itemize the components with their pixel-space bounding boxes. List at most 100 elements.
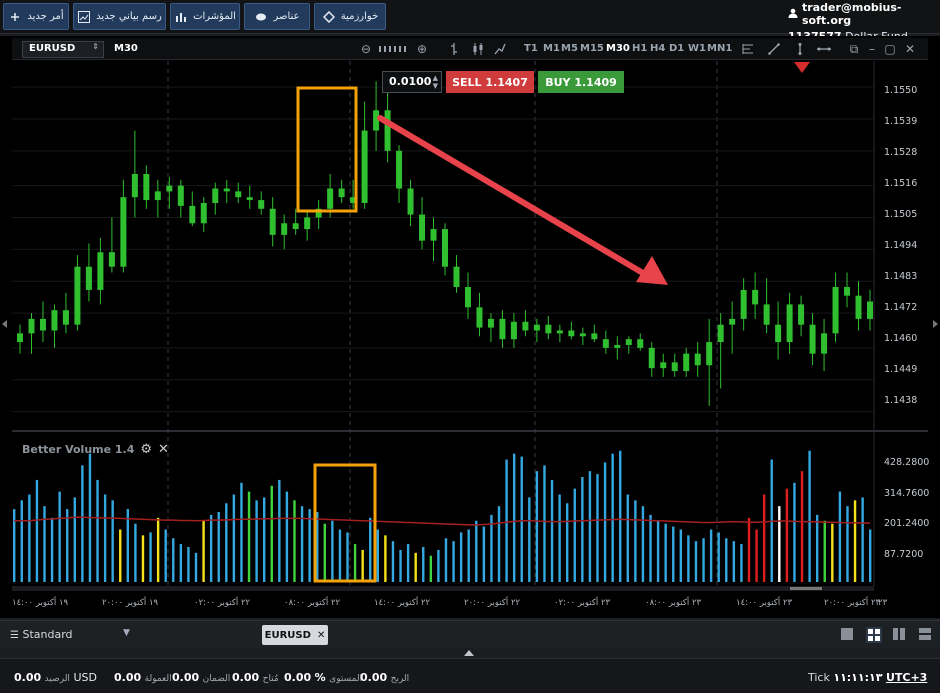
time-tick: ١٩ أكتوبر ١٤:٠٠ <box>12 598 69 608</box>
volume-bar <box>278 479 281 582</box>
buy-button[interactable]: BUY 1.1409 <box>538 71 624 93</box>
volume-bar <box>565 503 569 582</box>
volume-bar <box>543 465 546 582</box>
candle-body <box>189 205 196 224</box>
gear-icon[interactable]: ⚙ <box>140 442 152 457</box>
margin-value: 0.00 <box>172 671 200 684</box>
candle-body <box>579 333 586 337</box>
buy-price: 1.1409 <box>574 75 617 89</box>
time-tick: ٢٣ أكتوبر ٠٢:٠٠ <box>554 598 611 608</box>
volume-bar <box>626 494 629 582</box>
candle-body <box>855 295 862 319</box>
candle-body <box>510 321 517 340</box>
volume-bar <box>732 541 736 582</box>
volume-bar <box>831 523 834 582</box>
volume-bar <box>149 532 152 582</box>
volume-bar <box>96 479 99 582</box>
volume-bar <box>596 474 599 582</box>
one-click-trade-panel: 0.0100 ▲ ▼ SELL 1.1407 BUY 1.1409 <box>382 71 624 93</box>
volume-bar <box>240 482 243 582</box>
close-tab-icon[interactable]: ✕ <box>317 630 325 641</box>
candle-body <box>832 287 839 334</box>
candle-body <box>338 188 345 198</box>
volume-bar <box>331 520 334 582</box>
candle-body <box>108 252 115 267</box>
candle-body <box>533 324 540 331</box>
layout-single-icon[interactable] <box>840 627 856 643</box>
lot-size-input[interactable]: 0.0100 ▲ ▼ <box>382 71 442 93</box>
volume-bar <box>308 509 311 582</box>
volume-bar <box>406 544 410 582</box>
candle-body <box>384 110 391 151</box>
volume-bar <box>376 529 380 582</box>
price-tick: 1.1516 <box>884 178 918 189</box>
candle-body <box>556 330 563 334</box>
volume-bar <box>285 491 289 582</box>
volume-bar <box>497 506 501 582</box>
volume-bar <box>672 526 675 582</box>
margin-item: 0.00 الضمان <box>172 671 230 684</box>
h-scrollbar-thumb <box>790 587 822 590</box>
template-select[interactable]: ☰ Standard ▼ <box>10 628 130 641</box>
layout-grid-icon[interactable] <box>866 627 882 643</box>
close-icon[interactable]: ✕ <box>158 442 169 457</box>
margin-label: الضمان <box>202 674 231 684</box>
volume-bar <box>679 529 683 582</box>
candle-body <box>246 197 253 201</box>
volume-bar <box>58 491 61 582</box>
volume-bar <box>126 509 130 582</box>
volume-bar <box>467 529 470 582</box>
volume-bar <box>73 497 77 582</box>
volume-bar <box>225 503 228 582</box>
layout-rows-icon[interactable] <box>918 627 934 643</box>
timezone-select[interactable]: UTC+3 <box>886 671 927 684</box>
volume-bar <box>119 529 122 582</box>
volume-bar <box>270 485 273 582</box>
sell-button[interactable]: SELL 1.1407 <box>446 71 534 93</box>
collapse-panel-icon[interactable] <box>464 650 474 656</box>
volume-bar <box>634 500 637 582</box>
volume-bar <box>762 494 766 582</box>
volume-bar <box>755 529 758 582</box>
layout-columns-icon[interactable] <box>892 627 908 643</box>
volume-bar <box>619 450 622 582</box>
candle-body <box>821 333 828 354</box>
volume-bar <box>187 547 190 582</box>
volume-bar <box>293 500 296 582</box>
volume-bar <box>300 506 304 582</box>
sell-price: 1.1407 <box>485 75 528 89</box>
volume-bar <box>262 497 266 582</box>
candle-body <box>361 130 368 203</box>
chart-tab-label: EURUSD <box>264 629 311 641</box>
volume-bar <box>482 526 486 582</box>
candle-body <box>464 287 471 308</box>
chart-tab-eurusd[interactable]: EURUSD ✕ <box>262 625 328 645</box>
volume-bar <box>43 506 46 582</box>
time-tick: ٢٢ أكتوبر ٠٨:٠٠ <box>284 598 341 608</box>
volume-bar <box>687 535 690 582</box>
volume-bar <box>558 494 561 582</box>
volume-bar <box>528 497 531 582</box>
volume-bar <box>475 520 478 582</box>
volume-bar <box>429 555 433 582</box>
candle-body <box>487 318 494 328</box>
volume-bar <box>247 491 251 582</box>
volume-bar <box>414 552 417 582</box>
volume-bar <box>535 471 539 582</box>
volume-bar <box>391 541 395 582</box>
volume-bar <box>346 532 349 582</box>
volume-bar <box>800 471 804 582</box>
chart-canvas[interactable] <box>0 0 940 620</box>
hamburger-icon: ☰ <box>10 630 19 641</box>
price-tick: 1.1528 <box>884 147 918 158</box>
spinner-icon[interactable]: ▲ ▼ <box>433 74 438 90</box>
free-label: مُتاح <box>262 674 279 684</box>
volume-bar <box>838 491 842 582</box>
profit-item: 0.00 الربح <box>360 671 409 684</box>
candle-body <box>39 318 46 331</box>
time-tick: ٢٣ أكتوبر ١٤:٠٠ <box>736 598 793 608</box>
volume-bar <box>217 512 220 582</box>
candle-body <box>522 321 529 331</box>
indicator-title-bar: Better Volume 1.4 ⚙ ✕ <box>22 442 169 457</box>
volume-bar <box>512 453 516 582</box>
